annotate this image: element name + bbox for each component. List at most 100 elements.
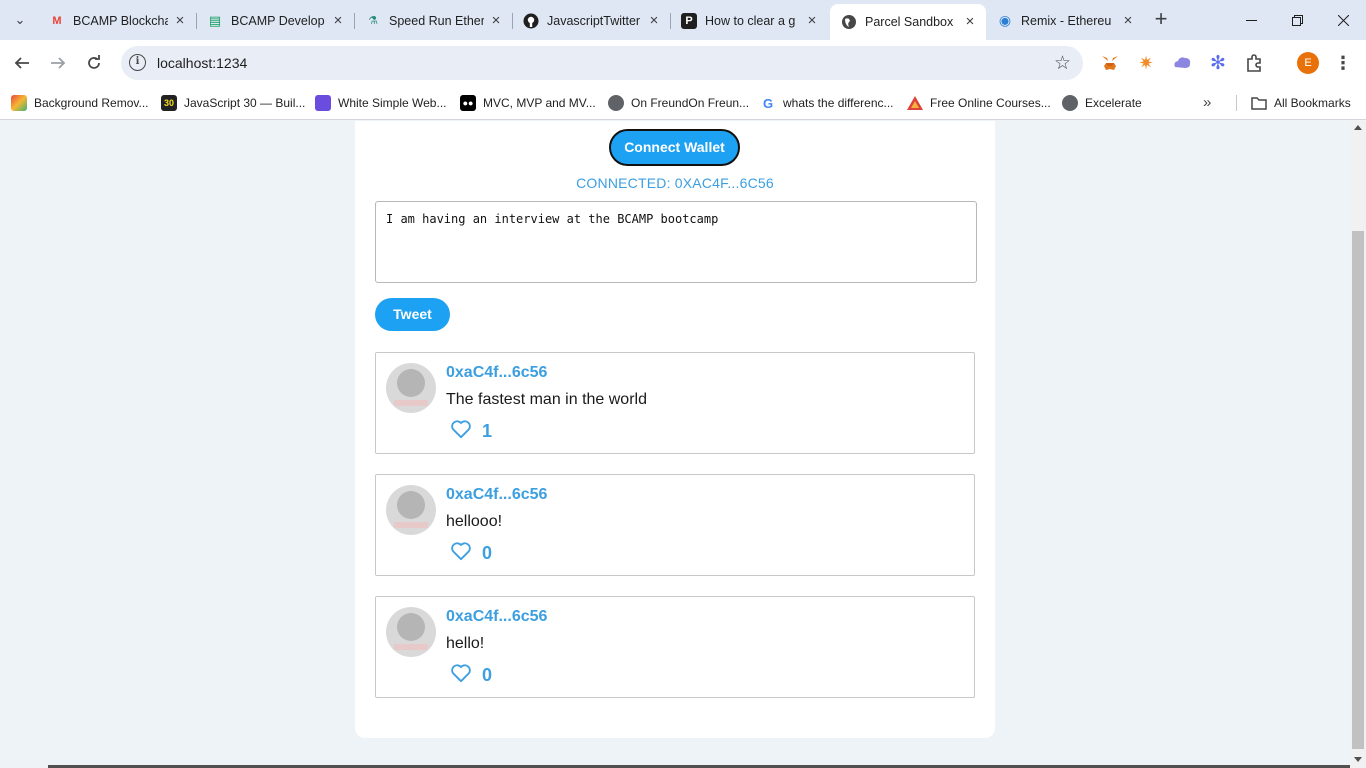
sheets-icon: ▤ — [208, 12, 222, 28]
removebg-icon — [11, 95, 27, 111]
browser-toolbar: i localhost:1234 ☆ ✷ ✻ E ⋮ — [0, 40, 1366, 86]
tweet-message: The fastest man in the world — [446, 391, 647, 408]
close-icon[interactable]: × — [646, 13, 662, 29]
tab-remix[interactable]: ◉ Remix - Ethereu × — [986, 5, 1144, 36]
heart-like-icon[interactable] — [450, 541, 472, 561]
back-arrow-icon[interactable] — [7, 48, 37, 78]
tab-title: JavascriptTwitter — [547, 13, 641, 28]
tweet-author[interactable]: 0xaC4f...6c56 — [446, 364, 547, 382]
tweet-button[interactable]: Tweet — [375, 298, 450, 331]
scroll-down-arrow-icon[interactable] — [1354, 757, 1362, 762]
metamask-fox-icon[interactable] — [1099, 52, 1121, 74]
close-icon[interactable]: × — [962, 14, 978, 30]
address-bar[interactable]: i localhost:1234 ☆ — [121, 46, 1083, 80]
tweet-author[interactable]: 0xaC4f...6c56 — [446, 486, 547, 504]
bookmark-background-remover[interactable]: Background Remov... — [11, 92, 149, 114]
bookmark-freundon[interactable]: On FreundOn Freun... — [608, 92, 749, 114]
close-icon[interactable]: × — [1120, 13, 1136, 29]
reload-icon[interactable] — [79, 48, 109, 78]
google-icon: G — [760, 95, 776, 111]
p-logo-icon: P — [681, 12, 697, 29]
close-icon[interactable]: × — [172, 13, 188, 29]
scroll-up-arrow-icon[interactable] — [1354, 125, 1362, 130]
tab-title: Speed Run Ether — [389, 13, 484, 28]
snowflake-extension-icon[interactable]: ✻ — [1207, 52, 1229, 74]
close-icon[interactable]: × — [488, 13, 504, 29]
globe-icon — [841, 14, 857, 30]
bookmark-javascript30[interactable]: 30 JavaScript 30 — Buil... — [161, 92, 305, 114]
window-close-icon[interactable] — [1320, 0, 1366, 40]
globe-icon — [608, 95, 624, 111]
heart-like-icon[interactable] — [450, 663, 472, 683]
avatar-banner — [394, 400, 428, 406]
tweet-message: hello! — [446, 635, 485, 652]
bookmark-free-online-courses[interactable]: Free Online Courses... — [907, 92, 1051, 114]
bookmark-label: Free Online Courses... — [930, 96, 1051, 110]
like-count: 0 — [482, 665, 493, 685]
heart-like-icon[interactable] — [450, 419, 472, 439]
folder-icon — [1251, 95, 1267, 111]
starburst-extension-icon[interactable]: ✷ — [1135, 52, 1157, 74]
speedrun-icon: ⚗ — [368, 15, 378, 27]
globe-icon — [1062, 95, 1078, 111]
tweet-card: 0xaC4f...6c56 hello! 0 — [375, 596, 975, 698]
avatar — [386, 607, 436, 657]
alison-icon — [907, 95, 923, 111]
tweet-textarea[interactable]: I am having an interview at the BCAMP bo… — [375, 201, 977, 283]
tab-how-to-clear[interactable]: P How to clear a g × — [670, 5, 828, 36]
tweet-card: 0xaC4f...6c56 The fastest man in the wor… — [375, 352, 975, 454]
tab-search-chevron-icon[interactable]: ⌄ — [6, 6, 34, 34]
page-scrollbar[interactable] — [1350, 121, 1366, 768]
tab-title: BCAMP Develop — [231, 13, 325, 28]
bookmark-label: Background Remov... — [34, 96, 149, 110]
connect-wallet-button[interactable]: Connect Wallet — [609, 129, 740, 166]
avatar — [386, 485, 436, 535]
page-viewport: Connect Wallet CONNECTED: 0XAC4F...6C56 … — [0, 121, 1350, 768]
profile-avatar[interactable]: E — [1297, 52, 1319, 74]
url-text[interactable]: localhost:1234 — [157, 55, 247, 71]
cloud-extension-icon[interactable] — [1171, 52, 1193, 74]
bookmark-excelerate[interactable]: Excelerate — [1062, 92, 1142, 114]
tab-bcamp-gmail[interactable]: M BCAMP Blockcha × — [38, 5, 197, 36]
all-bookmarks-button[interactable]: All Bookmarks — [1251, 92, 1351, 114]
tab-title: Remix - Ethereu — [1021, 13, 1112, 28]
site-info-icon[interactable]: i — [129, 54, 146, 71]
bookmark-label: White Simple Web... — [338, 96, 447, 110]
tab-parcel-sandbox[interactable]: Parcel Sandbox × — [830, 4, 986, 40]
bookmark-label: MVC, MVP and MV... — [483, 96, 596, 110]
menu-kebab-icon[interactable]: ⋮ — [1333, 50, 1353, 76]
bookmark-whats-the-difference[interactable]: G whats the differenc... — [760, 92, 894, 114]
new-tab-plus-icon[interactable]: + — [1148, 6, 1174, 34]
bookmark-star-icon[interactable]: ☆ — [1054, 52, 1071, 75]
tab-title: BCAMP Blockcha — [73, 13, 168, 28]
tweet-card: 0xaC4f...6c56 hellooo! 0 — [375, 474, 975, 576]
avatar-banner — [394, 644, 428, 650]
bookmark-label: JavaScript 30 — Buil... — [184, 96, 306, 110]
bookmark-mvc-mvp[interactable]: ●● MVC, MVP and MV... — [460, 92, 596, 114]
bookmark-white-simple-web[interactable]: White Simple Web... — [315, 92, 446, 114]
github-icon — [523, 13, 539, 29]
close-icon[interactable]: × — [804, 13, 820, 29]
tweet-author[interactable]: 0xaC4f...6c56 — [446, 608, 547, 626]
tab-github[interactable]: JavascriptTwitter × — [512, 5, 671, 36]
extensions-puzzle-icon[interactable] — [1243, 52, 1265, 74]
like-count: 0 — [482, 543, 493, 563]
gmail-icon: M — [52, 14, 62, 27]
close-icon[interactable]: × — [330, 13, 346, 29]
tab-speedrun[interactable]: ⚗ Speed Run Ether × — [354, 5, 513, 36]
canva-icon — [315, 95, 331, 111]
scrollbar-thumb[interactable] — [1352, 231, 1364, 749]
avatar-head — [397, 491, 425, 519]
tab-bcamp-sheets[interactable]: ▤ BCAMP Develop × — [196, 5, 355, 36]
bookmarks-bar: Background Remov... 30 JavaScript 30 — B… — [0, 86, 1366, 120]
minimize-icon[interactable] — [1228, 0, 1274, 40]
connected-status: CONNECTED: 0XAC4F...6C56 — [576, 175, 774, 191]
bookmarks-overflow-chevron-icon[interactable]: » — [1203, 94, 1211, 111]
tab-title: How to clear a g — [705, 13, 796, 28]
bookmarks-divider — [1236, 95, 1237, 111]
restore-icon[interactable] — [1274, 0, 1320, 40]
forward-arrow-icon[interactable] — [43, 48, 73, 78]
app-card: Connect Wallet CONNECTED: 0XAC4F...6C56 … — [355, 121, 995, 738]
all-bookmarks-label: All Bookmarks — [1274, 96, 1351, 110]
like-count: 1 — [482, 421, 493, 441]
